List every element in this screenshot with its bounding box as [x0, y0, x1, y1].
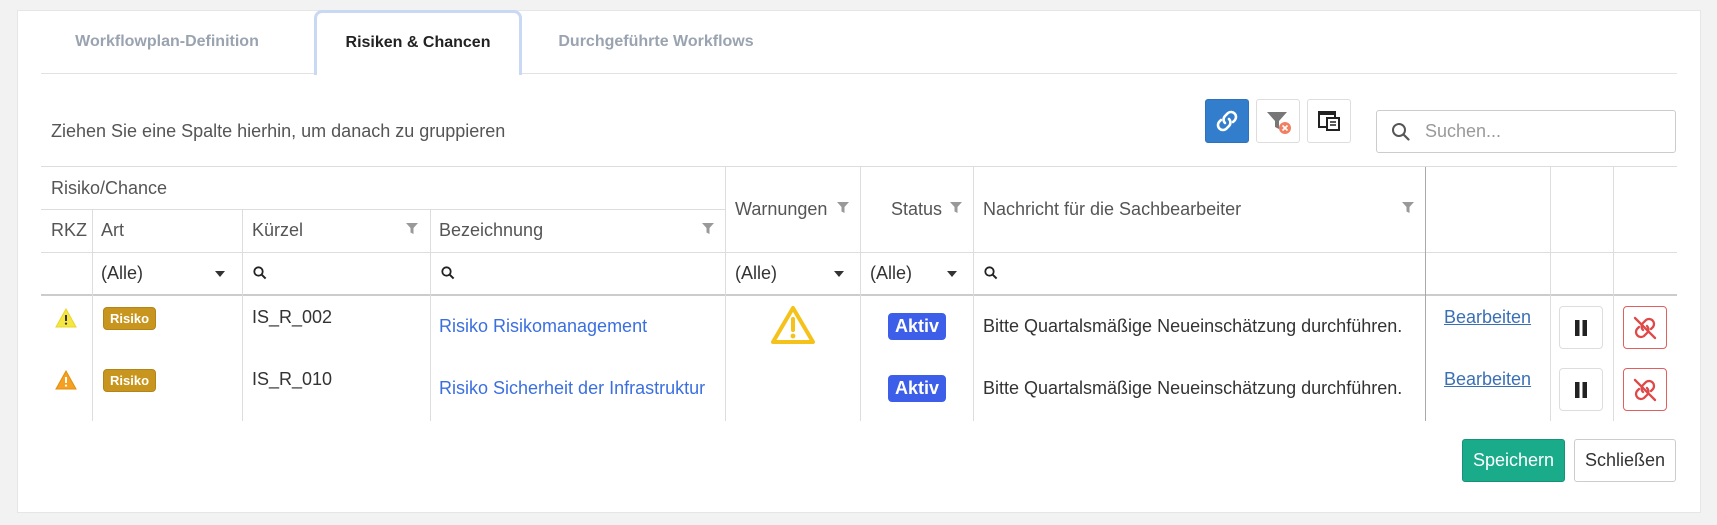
table-row[interactable]: Risiko IS_R_010 Risiko Sicherheit der In… [41, 358, 1677, 420]
edit-link[interactable]: Bearbeiten [1444, 307, 1531, 328]
warning-icon [771, 306, 815, 344]
link-icon [1216, 110, 1238, 132]
warning-orange-icon [55, 370, 77, 390]
col-header-status[interactable]: Status [891, 199, 942, 220]
link-button[interactable] [1205, 99, 1249, 143]
grid-search-box[interactable] [1376, 110, 1676, 153]
col-header-kuerzel[interactable]: Kürzel [252, 220, 303, 241]
chevron-down-icon[interactable] [834, 271, 844, 277]
edit-link[interactable]: Bearbeiten [1444, 369, 1531, 390]
unlink-icon [1633, 378, 1657, 401]
tab-workflowplan-definition[interactable]: Workflowplan-Definition [41, 10, 293, 74]
filter-icon[interactable] [949, 201, 963, 215]
table-row[interactable]: Risiko IS_R_002 Risiko Risikomanagement … [41, 296, 1677, 358]
art-badge: Risiko [103, 369, 157, 392]
data-grid: Risiko/Chance RKZ Art Kürzel Bezeichnung… [41, 166, 1677, 421]
filter-icon[interactable] [1401, 201, 1415, 215]
search-icon [1392, 122, 1410, 141]
column-chooser-icon [1318, 111, 1340, 131]
status-badge: Aktiv [888, 313, 947, 340]
status-badge: Aktiv [888, 375, 947, 402]
tab-durchgefuehrte-workflows[interactable]: Durchgeführte Workflows [541, 10, 771, 74]
col-header-nachricht[interactable]: Nachricht für die Sachbearbeiter [983, 199, 1241, 220]
col-header-bezeichnung[interactable]: Bezeichnung [439, 220, 543, 241]
pause-button[interactable] [1559, 306, 1603, 349]
filter-icon[interactable] [701, 222, 715, 236]
group-panel-hint[interactable]: Ziehen Sie eine Spalte hierhin, um danac… [51, 121, 505, 142]
column-chooser-button[interactable] [1307, 99, 1351, 143]
nachricht-cell: Bitte Quartalsmäßige Neueinschätzung dur… [983, 378, 1403, 398]
chevron-down-icon[interactable] [215, 271, 225, 277]
bezeichnung-link[interactable]: Risiko Risikomanagement [439, 316, 647, 337]
filter-art-dropdown[interactable]: (Alle) [101, 263, 143, 284]
search-icon[interactable] [253, 266, 267, 280]
col-header-art[interactable]: Art [101, 220, 124, 241]
unlink-button[interactable] [1623, 306, 1667, 349]
col-header-warnungen[interactable]: Warnungen [735, 199, 827, 220]
pause-icon [1575, 319, 1587, 336]
col-header-rkz[interactable]: RKZ [51, 220, 87, 241]
pause-icon [1575, 381, 1587, 398]
save-button[interactable]: Speichern [1462, 439, 1565, 482]
filter-icon[interactable] [405, 222, 419, 236]
search-icon[interactable] [441, 266, 455, 280]
close-button[interactable]: Schließen [1574, 439, 1676, 482]
bezeichnung-link[interactable]: Risiko Sicherheit der Infrastruktur [439, 378, 705, 399]
nachricht-cell: Bitte Quartalsmäßige Neueinschätzung dur… [983, 316, 1403, 336]
filter-icon[interactable] [836, 201, 850, 215]
unlink-icon [1633, 316, 1657, 339]
grid-search-input[interactable] [1423, 120, 1663, 143]
band-header-risiko-chance: Risiko/Chance [51, 178, 168, 198]
clear-filter-icon [1267, 112, 1291, 134]
clear-filter-button[interactable] [1256, 99, 1300, 143]
unlink-button[interactable] [1623, 368, 1667, 411]
warning-yellow-icon [55, 308, 77, 328]
filter-warnungen-dropdown[interactable]: (Alle) [735, 263, 777, 284]
kuerzel-cell: IS_R_002 [252, 307, 333, 327]
pause-button[interactable] [1559, 368, 1603, 411]
search-icon[interactable] [984, 266, 998, 280]
tab-risiken-chancen[interactable]: Risiken & Chancen [314, 10, 522, 75]
filter-status-dropdown[interactable]: (Alle) [870, 263, 912, 284]
tab-bar: Workflowplan-Definition Risiken & Chance… [41, 10, 1677, 75]
chevron-down-icon[interactable] [947, 271, 957, 277]
kuerzel-cell: IS_R_010 [252, 369, 333, 389]
art-badge: Risiko [103, 307, 157, 330]
